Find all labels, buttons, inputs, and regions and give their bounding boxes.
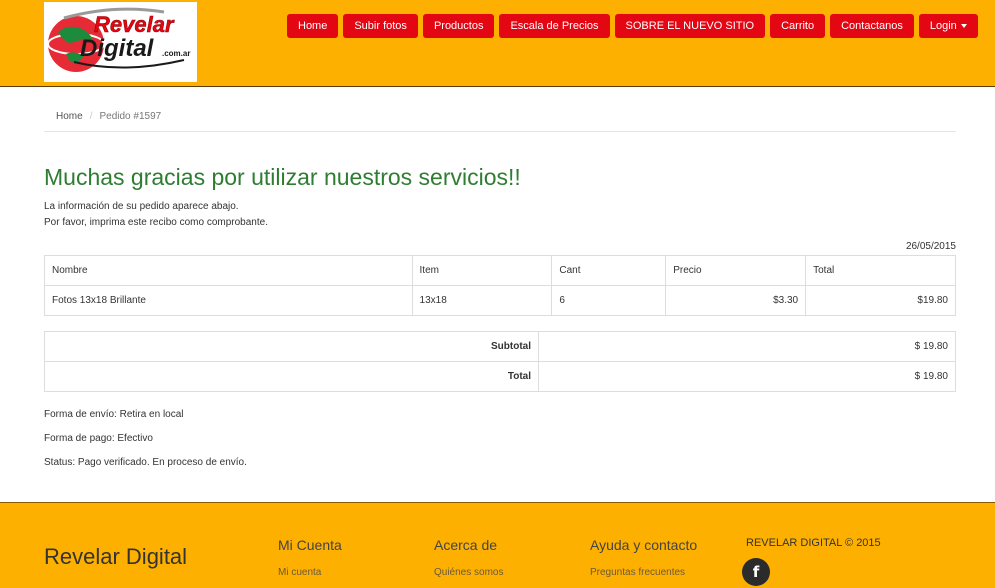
cell-total: $19.80 <box>805 285 956 316</box>
logo-graphic: Revelar Digital .com.ar <box>47 7 190 72</box>
login-label: Login <box>929 20 957 32</box>
nav-cart-button[interactable]: Carrito <box>770 14 826 38</box>
nav-home-button[interactable]: Home <box>287 14 339 38</box>
footer-account-title: Mi Cuenta <box>278 537 342 553</box>
print-receipt-text: Por favor, imprima este recibo como comp… <box>44 217 268 228</box>
payment-method: Forma de pago: Efectivo <box>44 433 153 444</box>
total-label: Total <box>44 361 539 392</box>
column-header-name: Nombre <box>44 255 413 286</box>
footer-faq-link[interactable]: Preguntas frecuentes <box>590 567 685 578</box>
total-row: Total $ 19.80 <box>44 361 956 392</box>
breadcrumb-separator: / <box>89 111 93 122</box>
facebook-icon[interactable]: f <box>742 558 770 586</box>
column-header-total: Total <box>805 255 956 286</box>
logo-text-suffix: .com.ar <box>162 49 190 58</box>
nav-upload-photos-button[interactable]: Subir fotos <box>343 14 418 38</box>
breadcrumb: Home / Pedido #1597 <box>44 104 956 132</box>
footer-about-title: Acerca de <box>434 537 498 553</box>
order-date: 26/05/2015 <box>905 241 956 252</box>
nav-contact-button[interactable]: Contactanos <box>830 14 914 38</box>
column-header-quantity: Cant <box>551 255 667 286</box>
footer-my-account-link[interactable]: Mi cuenta <box>278 567 321 578</box>
breadcrumb-current: Pedido #1597 <box>99 111 162 122</box>
column-header-price: Precio <box>665 255 807 286</box>
cell-quantity: 6 <box>551 285 667 316</box>
subtotal-row: Subtotal $ 19.80 <box>44 331 956 362</box>
order-totals-table: Subtotal $ 19.80 Total $ 19.80 <box>44 331 956 392</box>
column-header-item: Item <box>411 255 553 286</box>
main-nav: Home Subir fotos Productos Escala de Pre… <box>287 14 978 38</box>
order-info-text: La información de su pedido aparece abaj… <box>44 201 239 212</box>
logo-text-line2: Digital <box>80 35 155 62</box>
page-title: Muchas gracias por utilizar nuestros ser… <box>44 164 521 190</box>
footer-copyright: REVELAR DIGITAL © 2015 <box>746 537 881 549</box>
site-logo[interactable]: Revelar Digital .com.ar <box>44 2 197 82</box>
table-row: Fotos 13x18 Brillante 13x18 6 $3.30 $19.… <box>44 285 956 316</box>
shipping-method: Forma de envío: Retira en local <box>44 409 184 420</box>
footer-help-title: Ayuda y contacto <box>590 537 698 553</box>
nav-products-button[interactable]: Productos <box>422 14 495 38</box>
nav-login-dropdown[interactable]: Login <box>918 14 978 38</box>
order-status: Status: Pago verificado. En proceso de e… <box>44 457 247 468</box>
footer-brand: Revelar Digital <box>44 544 188 569</box>
table-header-row: Nombre Item Cant Precio Total <box>44 255 956 286</box>
cell-name: Fotos 13x18 Brillante <box>44 285 413 316</box>
nav-new-site-button[interactable]: SOBRE EL NUEVO SITIO <box>614 14 766 38</box>
total-value: $ 19.80 <box>538 361 956 392</box>
subtotal-label: Subtotal <box>44 331 539 362</box>
subtotal-value: $ 19.80 <box>538 331 956 362</box>
logo-text-line1: Revelar <box>94 12 175 37</box>
order-items-table: Nombre Item Cant Precio Total Fotos 13x1… <box>44 255 956 316</box>
caret-down-icon <box>960 24 967 29</box>
site-footer: Revelar Digital Mi Cuenta Mi cuenta Acer… <box>0 502 995 588</box>
site-header: Revelar Digital .com.ar Home Subir fotos… <box>0 0 995 87</box>
nav-price-scale-button[interactable]: Escala de Precios <box>499 14 610 38</box>
cell-item: 13x18 <box>411 285 553 316</box>
breadcrumb-home-link[interactable]: Home <box>56 111 83 122</box>
footer-about-us-link[interactable]: Quiénes somos <box>434 567 503 578</box>
cell-price: $3.30 <box>665 285 807 316</box>
